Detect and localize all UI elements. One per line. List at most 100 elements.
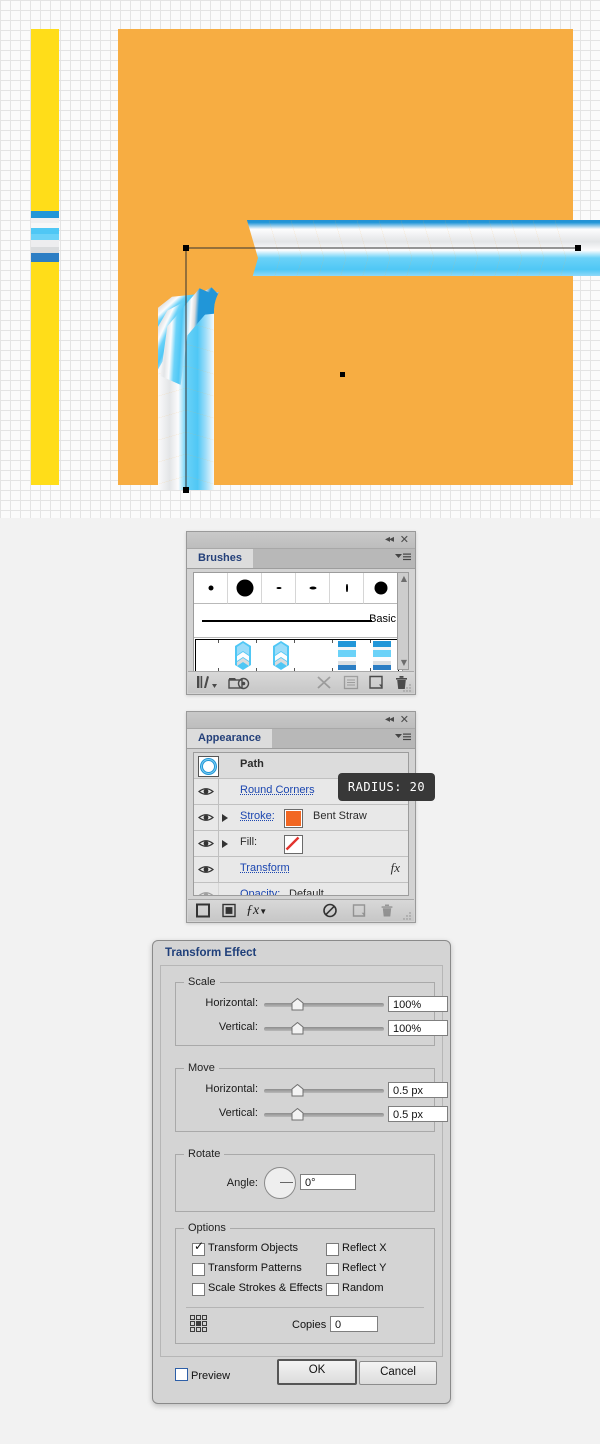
panel-menu-icon[interactable] [395, 732, 411, 744]
random-checkbox[interactable] [326, 1283, 339, 1296]
illustrator-canvas[interactable] [0, 0, 600, 518]
move-vertical-field[interactable]: 0.5 px [388, 1106, 448, 1122]
libraries-panel-icon[interactable] [228, 675, 250, 690]
disclosure-triangle-icon[interactable] [222, 840, 228, 848]
move-horizontal-slider-handle[interactable] [291, 1084, 304, 1097]
brush-item[interactable] [364, 573, 397, 604]
stroke-color-swatch[interactable] [284, 809, 303, 828]
move-vertical-slider-handle[interactable] [291, 1108, 304, 1121]
resize-grip-icon[interactable] [403, 683, 412, 692]
ok-button[interactable]: OK [277, 1359, 357, 1385]
brushes-scrollbar[interactable]: ▲ ▼ [397, 572, 409, 670]
close-icon[interactable]: ✕ [400, 714, 409, 726]
transform-patterns-checkbox[interactable] [192, 1263, 205, 1276]
reflect-x-checkbox[interactable] [326, 1243, 339, 1256]
brush-libraries-icon[interactable] [196, 675, 218, 690]
brushes-list[interactable]: Basic [193, 572, 403, 672]
add-new-effect-icon[interactable]: ƒx▼ [246, 903, 267, 918]
angle-dial[interactable] [264, 1167, 296, 1199]
brushes-panel[interactable]: ◂◂ ✕ Brushes Basic ▲ ▼ [186, 531, 416, 695]
panel-menu-icon[interactable] [395, 552, 411, 564]
reflect-y-checkbox[interactable] [326, 1263, 339, 1276]
clear-appearance-icon[interactable] [323, 903, 337, 918]
transform-objects-checkbox[interactable]: ✓ [192, 1240, 205, 1256]
reference-point-selector[interactable] [190, 1315, 208, 1333]
options-group: Options ✓ Transform Objects Transform Pa… [175, 1222, 435, 1344]
add-new-fill-icon[interactable] [222, 903, 236, 918]
scale-group: Scale Horizontal: 100% Vertical: 100% [175, 976, 448, 1046]
scale-horizontal-slider[interactable] [264, 1003, 384, 1007]
tab-appearance[interactable]: Appearance [187, 729, 272, 748]
appearance-tabrow: Appearance [187, 729, 415, 749]
brush-item[interactable] [262, 573, 296, 604]
radius-tooltip: RADIUS: 20 [338, 773, 435, 801]
stroke-label[interactable]: Stroke: [240, 810, 275, 822]
scale-strokes-effects-checkbox[interactable] [192, 1283, 205, 1296]
visibility-toggle[interactable] [194, 857, 219, 882]
art-brush-stripe-1[interactable] [338, 641, 356, 670]
options-legend: Options [184, 1222, 230, 1234]
copies-label: Copies [292, 1319, 327, 1331]
scroll-up-icon[interactable]: ▲ [399, 574, 409, 584]
basic-stroke-preview [202, 620, 372, 622]
fill-label: Fill: [240, 836, 258, 848]
add-new-stroke-icon[interactable] [196, 903, 210, 918]
selection-path[interactable] [118, 200, 600, 510]
transform-effect-dialog[interactable]: Transform Effect Scale Horizontal: 100% … [152, 940, 451, 1404]
dialog-body: Scale Horizontal: 100% Vertical: 100% Mo… [160, 965, 448, 1357]
transform-label[interactable]: Transform [240, 862, 290, 874]
rotate-legend: Rotate [184, 1148, 225, 1160]
move-horizontal-field[interactable]: 0.5 px [388, 1082, 448, 1098]
brush-item[interactable] [330, 573, 364, 604]
collapse-icon[interactable]: ◂◂ [385, 714, 394, 726]
transform-patterns-label: Transform Patterns [208, 1262, 302, 1274]
move-horizontal-slider[interactable] [264, 1089, 384, 1093]
scale-vertical-slider[interactable] [264, 1027, 384, 1031]
collapse-icon[interactable]: ◂◂ [385, 534, 394, 546]
visibility-toggle[interactable] [194, 805, 219, 830]
reflect-y-label: Reflect Y [342, 1262, 387, 1274]
new-brush-icon[interactable] [368, 675, 384, 690]
scale-strokes-effects-label: Scale Strokes & Effects [208, 1282, 323, 1294]
scroll-down-icon[interactable]: ▼ [399, 658, 409, 668]
opacity-label[interactable]: Opacity: [240, 888, 280, 895]
art-brush-stripe-2[interactable] [373, 641, 391, 670]
fx-icon[interactable]: fx [391, 860, 400, 876]
brush-item[interactable] [228, 573, 262, 604]
appearance-titlebar[interactable]: ◂◂ ✕ [187, 712, 415, 729]
angle-field[interactable]: 0° [300, 1174, 356, 1190]
visibility-toggle[interactable] [194, 779, 219, 804]
visibility-toggle[interactable] [194, 831, 219, 856]
calligraphic-brush-row [194, 573, 402, 604]
brush-item[interactable] [194, 573, 228, 604]
move-vertical-slider[interactable] [264, 1113, 384, 1117]
scale-horizontal-label: Horizontal: [205, 997, 258, 1009]
fill-none-swatch[interactable] [284, 835, 303, 854]
scale-vertical-field[interactable]: 100% [388, 1020, 448, 1036]
art-brush-straw-1[interactable] [235, 641, 251, 670]
preview-checkbox[interactable] [175, 1368, 188, 1381]
brush-item[interactable] [296, 573, 330, 604]
round-corners-label[interactable]: Round Corners [240, 784, 315, 796]
basic-brush-row[interactable]: Basic [194, 604, 402, 638]
opacity-row[interactable]: Opacity: Default [194, 883, 408, 895]
copies-field[interactable]: 0 [330, 1316, 378, 1332]
tab-brushes[interactable]: Brushes [187, 549, 254, 568]
cancel-button[interactable]: Cancel [359, 1361, 437, 1385]
brushes-titlebar[interactable]: ◂◂ ✕ [187, 532, 415, 549]
art-brush-straw-2[interactable] [273, 641, 289, 670]
art-brush-row[interactable] [195, 639, 399, 671]
close-icon[interactable]: ✕ [400, 534, 409, 546]
transform-row[interactable]: Transform fx [194, 857, 408, 883]
appearance-panel[interactable]: ◂◂ ✕ Appearance Path Round Corners Strok… [186, 711, 416, 923]
eye-icon [198, 892, 214, 895]
appearance-target-label: Path [240, 758, 264, 770]
scale-vertical-slider-handle[interactable] [291, 1022, 304, 1035]
disclosure-triangle-icon[interactable] [222, 814, 228, 822]
resize-grip-icon[interactable] [403, 911, 412, 920]
scale-horizontal-slider-handle[interactable] [291, 998, 304, 1011]
visibility-toggle[interactable] [194, 883, 219, 895]
fill-row[interactable]: Fill: [194, 831, 408, 857]
stroke-row[interactable]: Stroke: Bent Straw [194, 805, 408, 831]
scale-horizontal-field[interactable]: 100% [388, 996, 448, 1012]
